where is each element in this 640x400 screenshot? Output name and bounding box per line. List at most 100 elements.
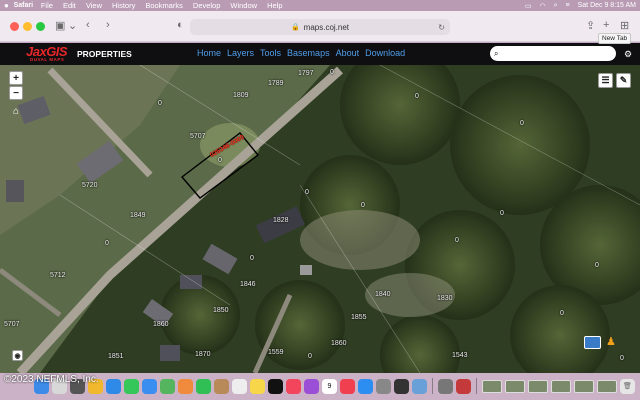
draw-tool-button[interactable]: ✎: [616, 73, 631, 88]
address-label[interactable]: 1830: [437, 295, 453, 302]
address-bar[interactable]: 🔒 maps.coj.net ↻: [190, 19, 450, 35]
share-icon[interactable]: ⇪: [586, 19, 595, 32]
music-icon[interactable]: [286, 378, 301, 394]
address-label[interactable]: 0: [455, 237, 459, 244]
address-label[interactable]: 0: [218, 157, 222, 164]
tv-icon[interactable]: [268, 378, 283, 394]
menu-history[interactable]: History: [112, 1, 135, 10]
address-label[interactable]: 1559: [268, 349, 284, 356]
address-label[interactable]: 0: [595, 262, 599, 269]
minimized-window-thumbnail[interactable]: [574, 379, 594, 393]
forward-icon[interactable]: ›: [106, 19, 110, 31]
calendar-icon[interactable]: 9: [322, 378, 337, 394]
address-label[interactable]: 0: [305, 189, 309, 196]
header-menu-icon[interactable]: ⚙: [624, 49, 634, 59]
address-label[interactable]: 1797: [298, 70, 314, 77]
control-center-icon[interactable]: ≡: [566, 2, 570, 9]
reminders-icon[interactable]: [232, 378, 247, 394]
system-settings-icon[interactable]: [376, 378, 391, 394]
tab-overview-icon[interactable]: ⊞: [620, 19, 629, 32]
minimized-window-thumbnail[interactable]: [597, 379, 617, 393]
battery-icon[interactable]: ▭: [525, 2, 532, 10]
address-label[interactable]: 1860: [331, 340, 347, 347]
address-label[interactable]: 1855: [351, 314, 367, 321]
address-label[interactable]: 1828: [273, 217, 289, 224]
street-view-icon[interactable]: ♟: [606, 335, 616, 349]
zoom-in-button[interactable]: +: [9, 71, 23, 85]
podcasts-icon[interactable]: [304, 378, 319, 394]
home-extent-icon[interactable]: ⌂: [10, 105, 22, 117]
address-label[interactable]: 1851: [108, 353, 124, 360]
address-label[interactable]: 0: [415, 93, 419, 100]
menu-window[interactable]: Window: [230, 1, 257, 10]
nav-tools[interactable]: Tools: [260, 48, 281, 58]
safari-icon[interactable]: [106, 378, 121, 394]
map-view[interactable]: 026346-0000 1797 1809 1789 5707 0 0 5720…: [0, 65, 640, 373]
nav-basemaps[interactable]: Basemaps: [287, 48, 330, 58]
news-icon[interactable]: [340, 378, 355, 394]
address-label[interactable]: 5712: [50, 272, 66, 279]
messages-icon[interactable]: [124, 378, 139, 394]
app-store-icon[interactable]: [358, 378, 373, 394]
menu-file[interactable]: File: [41, 1, 53, 10]
minimized-window-thumbnail[interactable]: [528, 379, 548, 393]
facetime-icon[interactable]: [196, 378, 211, 394]
address-label[interactable]: 5707: [190, 133, 206, 140]
jaxgis-logo[interactable]: JaxGIS DUVAL MAPS: [26, 44, 76, 64]
photo-booth-icon[interactable]: [456, 378, 471, 394]
address-label[interactable]: 0: [308, 353, 312, 360]
search-input[interactable]: [501, 50, 602, 57]
minimized-window-thumbnail[interactable]: [551, 379, 571, 393]
minimized-window-thumbnail[interactable]: [505, 379, 525, 393]
address-label[interactable]: 0: [330, 69, 334, 76]
address-label[interactable]: 0: [158, 100, 162, 107]
preview-icon[interactable]: [412, 378, 427, 394]
apple-menu-icon[interactable]: ●: [4, 1, 9, 10]
address-label[interactable]: 0: [560, 310, 564, 317]
address-label[interactable]: 1840: [375, 291, 391, 298]
address-label[interactable]: 0: [520, 120, 524, 127]
search-box[interactable]: ⌕: [490, 46, 616, 61]
notes-icon[interactable]: [250, 378, 265, 394]
trash-icon[interactable]: 🗑: [620, 378, 635, 394]
minimize-window-button[interactable]: [23, 22, 32, 31]
search-icon[interactable]: ⌕: [554, 2, 558, 10]
menu-edit[interactable]: Edit: [63, 1, 76, 10]
maps-icon[interactable]: [160, 378, 175, 394]
chess-icon[interactable]: [394, 378, 409, 394]
address-label[interactable]: 1789: [268, 80, 284, 87]
address-label[interactable]: 0: [361, 202, 365, 209]
mail-icon[interactable]: [142, 378, 157, 394]
menu-bookmarks[interactable]: Bookmarks: [145, 1, 183, 10]
back-icon[interactable]: ‹: [86, 19, 90, 31]
nav-about[interactable]: About: [336, 48, 360, 58]
privacy-shield-icon[interactable]: ◐: [177, 19, 184, 31]
locate-icon[interactable]: ◉: [12, 350, 23, 361]
close-window-button[interactable]: [10, 22, 19, 31]
address-label[interactable]: 1849: [130, 212, 146, 219]
menu-develop[interactable]: Develop: [193, 1, 221, 10]
photos-icon[interactable]: [178, 378, 193, 394]
menu-view[interactable]: View: [86, 1, 102, 10]
address-label[interactable]: 0: [105, 240, 109, 247]
address-label[interactable]: 1870: [195, 351, 211, 358]
wifi-icon[interactable]: ◠: [540, 2, 546, 10]
chevron-down-icon[interactable]: ⌄: [68, 19, 77, 32]
zoom-window-button[interactable]: [36, 22, 45, 31]
minimized-window-thumbnail[interactable]: [482, 379, 502, 393]
address-label[interactable]: 1860: [153, 321, 169, 328]
address-label[interactable]: 1846: [240, 281, 256, 288]
nav-download[interactable]: Download: [365, 48, 405, 58]
basemap-toggle-button[interactable]: [584, 336, 601, 349]
menu-help[interactable]: Help: [267, 1, 282, 10]
new-tab-icon[interactable]: +: [603, 19, 609, 31]
address-label[interactable]: 1809: [233, 92, 249, 99]
zoom-out-button[interactable]: −: [9, 86, 23, 100]
address-label[interactable]: 1543: [452, 352, 468, 359]
nav-layers[interactable]: Layers: [227, 48, 254, 58]
address-label[interactable]: 5707: [4, 321, 20, 328]
address-label[interactable]: 1850: [213, 307, 229, 314]
menubar-clock[interactable]: Sat Dec 9 8:15 AM: [578, 2, 636, 9]
sidebar-icon[interactable]: ▣: [55, 19, 65, 32]
nav-home[interactable]: Home: [197, 48, 221, 58]
